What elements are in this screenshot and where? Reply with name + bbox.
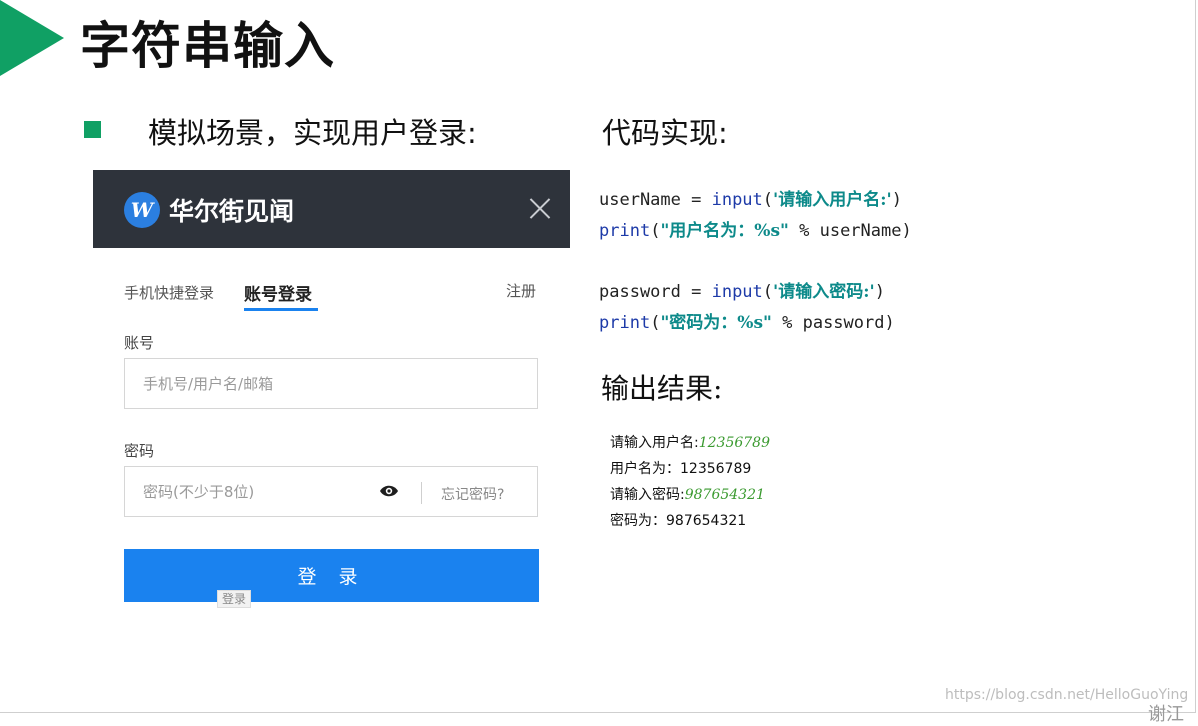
login-header: W 华尔街见闻 [93, 170, 570, 248]
code-line-1: userName = input('请输入用户名:') [599, 185, 902, 210]
eye-icon[interactable] [379, 484, 399, 498]
output-line-4: 密码为：987654321 [610, 513, 747, 529]
title-triangle-icon [0, 0, 64, 76]
code-paren: ( [650, 313, 661, 333]
code-func: print [599, 221, 651, 241]
forgot-password-link[interactable]: 忘记密码? [441, 484, 504, 504]
code-string: "密码为：%s" [660, 313, 772, 333]
code-line-2: print("用户名为：%s" % userName) [599, 216, 912, 241]
code-paren: ( [762, 190, 774, 210]
password-label: 密码 [124, 442, 155, 460]
output-line-3: 请输入密码:987654321 [610, 484, 765, 504]
code-var: userName = [599, 190, 712, 210]
close-icon[interactable] [529, 197, 551, 219]
active-tab-underline [244, 308, 318, 311]
login-tooltip: 登录 [217, 590, 252, 608]
output-line-2: 用户名为：12356789 [610, 461, 752, 477]
output-input-value: 987654321 [684, 487, 765, 503]
code-line-3: password = input('请输入密码:') [599, 277, 885, 302]
account-input[interactable] [124, 358, 538, 409]
output-prompt: 请输入密码: [610, 487, 685, 503]
brand-name: 华尔街见闻 [169, 197, 295, 226]
register-link[interactable]: 注册 [506, 280, 536, 301]
bullet-text: 模拟场景，实现用户登录: [148, 116, 477, 150]
code-string: '请输入用户名:' [773, 190, 892, 210]
tab-quick-login[interactable]: 手机快捷登录 [124, 282, 214, 303]
password-divider [421, 482, 422, 504]
code-func: input [711, 190, 763, 210]
bullet-square-icon [84, 121, 101, 138]
code-rest: % userName) [788, 221, 912, 241]
tab-account-login[interactable]: 账号登录 [244, 280, 312, 305]
login-panel: 手机快捷登录 账号登录 注册 账号 密码 忘记密码? 登 录 登录 [93, 248, 570, 608]
code-func: print [599, 313, 651, 333]
output-prompt: 请输入用户名: [610, 435, 699, 451]
brand-logo-icon: W [124, 192, 160, 228]
code-string: "用户名为：%s" [660, 221, 789, 241]
account-label: 账号 [124, 334, 155, 352]
code-func: input [711, 282, 763, 302]
code-paren: ) [891, 190, 902, 210]
output-input-value: 12356789 [698, 435, 770, 451]
code-line-4: print("密码为：%s" % password) [599, 308, 895, 333]
code-rest: % password) [771, 313, 895, 333]
code-paren: ) [874, 282, 885, 302]
corner-text: 谢江 [1148, 704, 1184, 725]
code-var: password = [599, 282, 712, 302]
slide-title: 字符串输入 [80, 17, 335, 75]
output-heading: 输出结果: [601, 372, 723, 405]
login-button[interactable]: 登 录 [124, 549, 539, 602]
output-line-1: 请输入用户名:12356789 [610, 432, 770, 452]
code-paren: ( [650, 221, 661, 241]
code-string: '请输入密码:' [773, 282, 875, 302]
code-paren: ( [762, 282, 774, 302]
code-heading: 代码实现: [602, 116, 728, 150]
